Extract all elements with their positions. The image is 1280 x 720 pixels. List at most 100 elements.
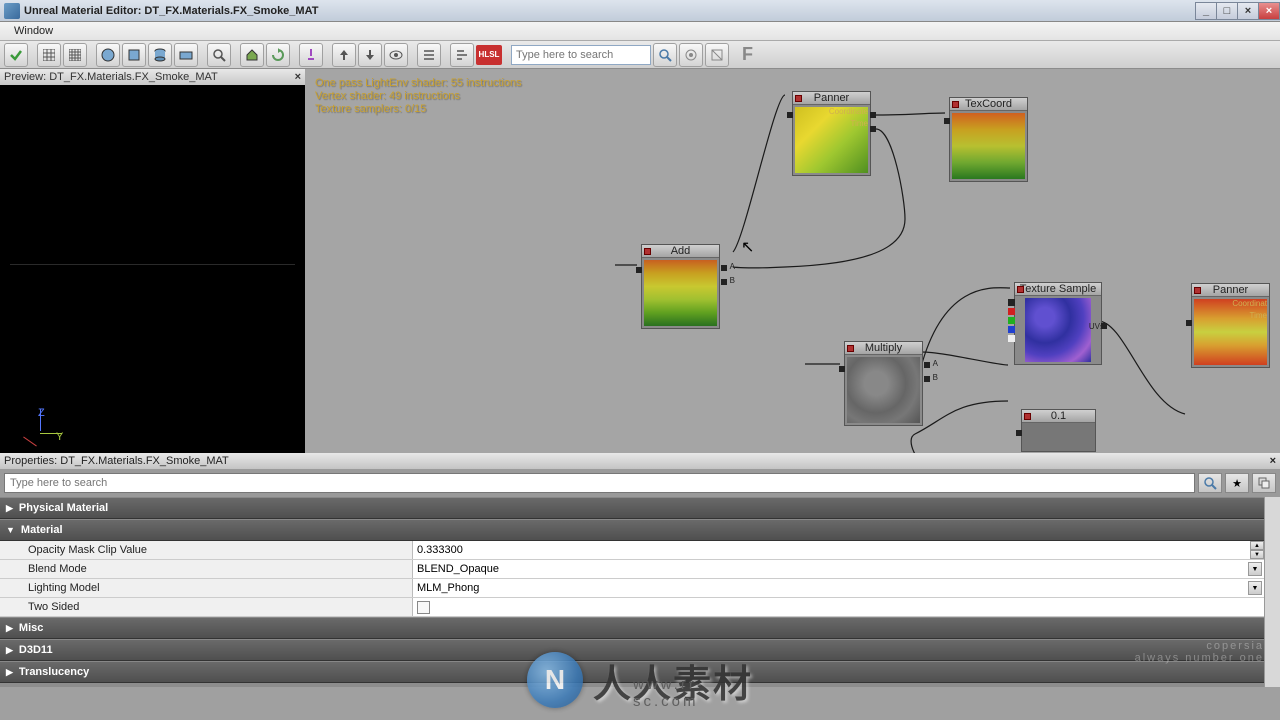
category-misc[interactable]: ▶Misc [0,617,1264,639]
property-label: Blend Mode [0,563,412,575]
property-row: Lighting Model MLM_Phong ▼ [0,579,1264,598]
minimize-button[interactable]: _ [1195,2,1217,20]
search-go-icon[interactable] [653,43,677,67]
output-port[interactable] [944,118,950,124]
node-title: Multiply [865,342,902,354]
category-d3d11[interactable]: ▶D3D11 [0,639,1264,661]
properties-close-icon[interactable]: × [1270,455,1276,467]
node-add[interactable]: Add A B [641,244,720,329]
output-port[interactable] [839,366,845,372]
category-physical-material[interactable]: ▶Physical Material [0,497,1264,519]
favorite-icon[interactable]: ★ [1225,473,1249,493]
node-texcoord[interactable]: TexCoord [949,97,1028,182]
plane-icon[interactable] [174,43,198,67]
category-label: Material [21,524,63,536]
output-port-b[interactable] [1008,326,1015,333]
opacity-mask-field[interactable]: 0.333300 ▲▼ [412,541,1264,559]
input-port[interactable] [924,362,930,368]
output-port[interactable] [1016,430,1022,436]
input-port[interactable] [924,376,930,382]
grid2-icon[interactable] [63,43,87,67]
properties-title-bar: Properties: DT_FX.Materials.FX_Smoke_MAT… [0,453,1280,469]
node-title: Panner [814,92,849,104]
list2-icon[interactable] [450,43,474,67]
refresh-icon[interactable] [266,43,290,67]
eye-icon[interactable] [384,43,408,67]
preview-tab: Preview: DT_FX.Materials.FX_Smoke_MAT × [0,69,305,85]
tool-a-icon[interactable] [679,43,703,67]
property-row: Blend Mode BLEND_Opaque ▼ [0,560,1264,579]
node-texture-sample[interactable]: Texture Sample UVs [1014,282,1102,365]
port-label: Coordinate [829,107,868,116]
arrow-up-icon[interactable] [332,43,356,67]
copy-icon[interactable] [1252,473,1276,493]
stat-line: One pass LightEnv shader: 55 instruction… [315,77,522,90]
output-port-rgb[interactable] [1008,299,1015,306]
input-port[interactable] [1101,323,1107,329]
maximize-button[interactable]: □ [1216,2,1238,20]
menu-window[interactable]: Window [6,23,61,39]
output-port-g[interactable] [1008,317,1015,324]
cylinder-icon[interactable] [148,43,172,67]
input-port[interactable] [721,265,727,271]
checkbox[interactable] [417,601,430,614]
close-button[interactable]: × [1237,2,1259,20]
arrow-down-icon[interactable] [358,43,382,67]
sphere-icon[interactable] [96,43,120,67]
properties-scrollbar[interactable] [1264,497,1280,687]
lighting-model-dropdown[interactable]: MLM_Phong ▼ [412,579,1264,597]
node-multiply[interactable]: Multiply A B [844,341,923,426]
realtime-icon[interactable] [299,43,323,67]
input-port[interactable] [721,279,727,285]
node-graph[interactable]: One pass LightEnv shader: 55 instruction… [305,69,1280,453]
port-label: Coordinat [1232,299,1267,308]
search-icon[interactable] [1198,473,1222,493]
two-sided-checkbox[interactable] [412,598,1264,616]
node-title: TexCoord [965,98,1012,110]
output-port[interactable] [636,267,642,273]
output-port[interactable] [787,112,793,118]
hlsl-button[interactable]: HLSL [476,45,502,65]
chevron-down-icon[interactable]: ▼ [1248,562,1262,576]
spinner[interactable]: ▲▼ [1250,541,1264,559]
node-preview [795,107,868,173]
properties-search-bar: ★ [0,469,1280,497]
category-label: Physical Material [19,502,108,514]
port-label: B [730,276,735,285]
output-port[interactable] [1186,320,1192,326]
preview-close-icon[interactable]: × [295,71,301,83]
stat-line: Texture samplers: 0/15 [315,103,522,116]
port-label: Time [851,119,868,128]
properties-search-input[interactable] [4,473,1195,493]
blend-mode-dropdown[interactable]: BLEND_Opaque ▼ [412,560,1264,578]
node-panner-2[interactable]: Panner Coordinat Time [1191,283,1270,368]
category-translucency[interactable]: ▶Translucency [0,661,1264,683]
toolbar-search-input[interactable] [511,45,651,65]
find-icon[interactable] [207,43,231,67]
category-label: Translucency [19,666,89,678]
output-port-r[interactable] [1008,308,1015,315]
cube-icon[interactable] [122,43,146,67]
list1-icon[interactable] [417,43,441,67]
grid-icon[interactable] [37,43,61,67]
property-value: BLEND_Opaque [417,563,499,575]
chevron-down-icon[interactable]: ▼ [1248,581,1262,595]
node-preview [1022,423,1095,451]
axis-z-label: Z [38,407,45,419]
input-port[interactable] [870,126,876,132]
port-label: A [933,359,938,368]
input-port[interactable] [870,112,876,118]
output-port-a[interactable] [1008,335,1015,342]
close-button-2[interactable]: × [1258,2,1280,20]
preview-panel[interactable]: Preview: DT_FX.Materials.FX_Smoke_MAT × … [0,69,305,453]
property-label: Two Sided [0,601,412,613]
node-constant[interactable]: 0.1 [1021,409,1096,452]
apply-icon[interactable] [4,43,28,67]
node-preview [1025,298,1091,362]
category-material[interactable]: ▼Material [0,519,1264,541]
node-title: Add [671,245,691,257]
stat-line: Vertex shader: 49 instructions [315,90,522,103]
node-panner[interactable]: Panner Coordinate Time [792,91,871,176]
tool-b-icon[interactable] [705,43,729,67]
home-icon[interactable] [240,43,264,67]
